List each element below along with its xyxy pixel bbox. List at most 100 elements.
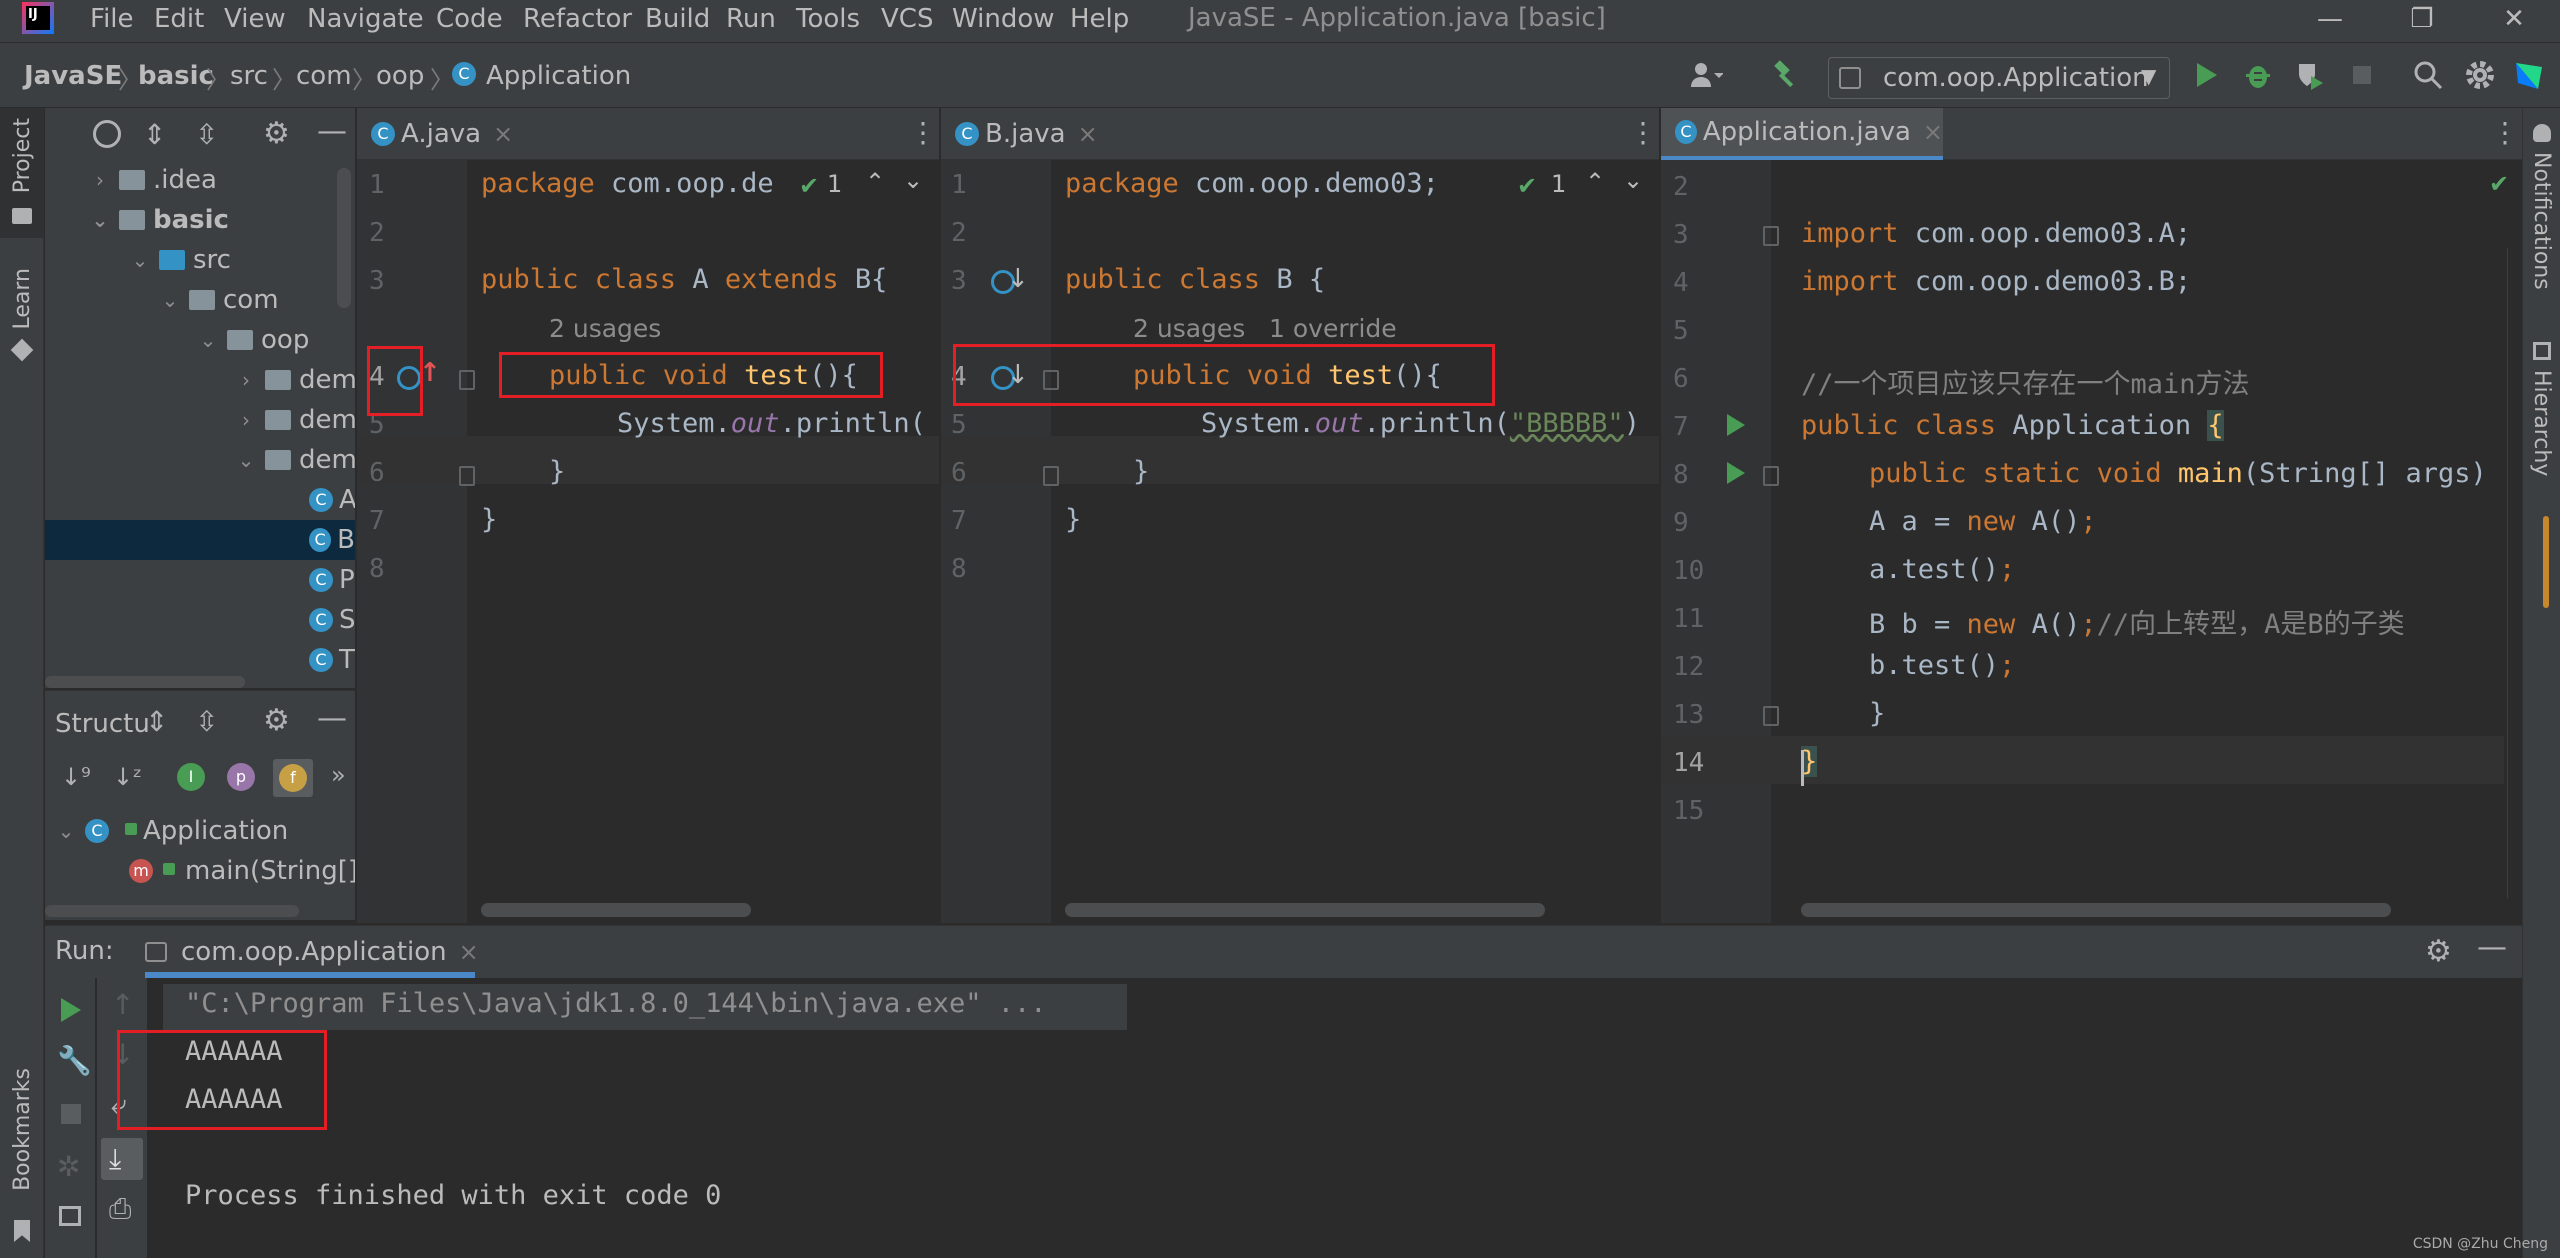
usages-hint[interactable]: 2 usages — [1133, 314, 1245, 343]
collapse-all-icon[interactable]: ⇳ — [195, 705, 218, 738]
menu-window[interactable]: Window — [952, 4, 1055, 34]
menu-help[interactable]: Help — [1070, 4, 1129, 34]
close-icon[interactable]: × — [1078, 120, 1098, 148]
chevron-up-icon[interactable]: ⌃ — [865, 168, 885, 196]
show-inherited-icon[interactable]: I — [177, 763, 205, 791]
breadcrumb-src[interactable]: src — [230, 61, 268, 91]
debug-icon[interactable] — [2240, 57, 2276, 93]
menu-edit[interactable]: Edit — [154, 4, 204, 34]
sort-alphabetically-icon[interactable]: ↓ᶻ — [113, 763, 142, 791]
rerun-icon[interactable] — [61, 998, 81, 1022]
gear-icon[interactable] — [2462, 57, 2498, 93]
hide-panel-icon[interactable]: — — [2477, 930, 2507, 965]
code-line-10[interactable]: a.test(); — [1869, 554, 2015, 585]
tree-item-class[interactable]: CA — [309, 480, 355, 520]
code-line-1[interactable]: package com.oop.de — [481, 168, 774, 199]
layout-icon[interactable] — [59, 1206, 81, 1226]
breadcrumb-oop[interactable]: oop — [376, 61, 424, 91]
more-options-icon[interactable]: » — [331, 761, 346, 789]
locate-icon[interactable] — [93, 120, 121, 148]
code-line-6[interactable]: } — [1133, 456, 1149, 487]
menu-code[interactable]: Code — [436, 4, 503, 34]
wrench-icon[interactable]: 🔧 — [57, 1044, 92, 1077]
project-tool-tab[interactable]: Project — [0, 108, 44, 238]
menu-view[interactable]: View — [224, 4, 286, 34]
gear-icon[interactable]: ⚙ — [2425, 934, 2452, 969]
tree-item-src[interactable]: ⌄ src — [129, 240, 231, 280]
fold-icon[interactable] — [459, 370, 475, 390]
run-icon[interactable] — [2188, 57, 2224, 93]
expand-all-icon[interactable]: ⇕ — [143, 118, 166, 151]
scroll-to-end-toggle[interactable]: ⤓ — [101, 1138, 143, 1180]
code-line-7[interactable]: } — [481, 504, 497, 535]
tree-item-com[interactable]: ⌄ com — [159, 280, 279, 320]
run-tab[interactable]: com.oop.Application × — [145, 926, 515, 978]
breadcrumb-module[interactable]: basic — [138, 61, 214, 91]
inspection-ok-icon[interactable]: ✔ — [1517, 172, 1537, 200]
code-line-6[interactable]: } — [549, 456, 565, 487]
debug-icon[interactable]: ✲ — [57, 1150, 80, 1183]
code-line-11[interactable]: B b = new A();//向上转型，A是B的子类 — [1869, 602, 2405, 641]
bell-icon[interactable] — [2533, 124, 2551, 142]
editor-horizontal-scrollbar[interactable] — [481, 903, 751, 917]
show-fields-toggle[interactable]: f — [273, 759, 313, 797]
more-vertical-icon[interactable]: ⋮ — [1629, 116, 1657, 149]
code-line-3[interactable]: import com.oop.demo03.A; — [1801, 218, 2191, 249]
hierarchy-tool-label[interactable]: Hierarchy — [2529, 370, 2554, 476]
code-line-12[interactable]: b.test(); — [1869, 650, 2015, 681]
menu-file[interactable]: File — [90, 4, 134, 34]
code-line-7[interactable]: } — [1065, 504, 1081, 535]
structure-class-node[interactable]: ⌄ C Application — [55, 811, 289, 851]
bookmarks-tool-tab[interactable]: Bookmarks — [0, 1068, 44, 1248]
editor-vertical-scrollbar[interactable] — [2507, 248, 2521, 898]
fold-icon[interactable] — [1763, 466, 1779, 486]
tree-item-package[interactable]: › dem — [235, 400, 355, 440]
hierarchy-icon[interactable] — [2533, 342, 2551, 360]
fold-icon[interactable] — [459, 466, 475, 486]
menu-navigate[interactable]: Navigate — [307, 4, 424, 34]
close-icon[interactable]: × — [459, 938, 479, 966]
gear-icon[interactable]: ⚙ — [263, 116, 290, 151]
menu-build[interactable]: Build — [645, 4, 710, 34]
show-properties-icon[interactable]: p — [227, 763, 255, 791]
chevron-down-icon[interactable]: ⌄ — [1623, 166, 1643, 194]
code-line-9[interactable]: A a = new A(); — [1869, 506, 2097, 537]
structure-method-node[interactable]: m main(String[]) — [129, 851, 355, 891]
tab-application-java[interactable]: C Application.java × — [1661, 108, 1943, 160]
chevron-down-icon[interactable]: ⌄ — [903, 166, 923, 194]
menu-tools[interactable]: Tools — [796, 4, 860, 34]
menu-vcs[interactable]: VCS — [881, 4, 933, 34]
close-icon[interactable]: × — [493, 120, 513, 148]
code-line-3[interactable]: public class B { — [1065, 264, 1325, 295]
menu-run[interactable]: Run — [726, 4, 776, 34]
code-line-8[interactable]: public static void main(String[] args) — [1869, 458, 2487, 489]
more-vertical-icon[interactable]: ⋮ — [909, 116, 937, 149]
structure-horizontal-scrollbar[interactable] — [45, 905, 299, 917]
inspection-ok-icon[interactable]: ✔ — [799, 172, 819, 200]
usages-hint[interactable]: 2 usages — [549, 314, 661, 343]
minimize-button[interactable]: — — [2300, 0, 2360, 40]
run-gutter-icon[interactable] — [1727, 414, 1745, 436]
fold-icon[interactable] — [1763, 226, 1779, 246]
close-icon[interactable]: × — [1923, 118, 1943, 146]
collapse-all-icon[interactable]: ⇳ — [195, 118, 218, 151]
tree-item-package[interactable]: ⌄ dem — [235, 440, 355, 480]
coverage-icon[interactable] — [2292, 57, 2328, 93]
fold-icon[interactable] — [1043, 466, 1059, 486]
jetbrains-logo-icon[interactable] — [2512, 57, 2548, 93]
run-configuration-select[interactable]: com.oop.Application ▼ — [1828, 57, 2170, 99]
learn-tool-tab[interactable]: Learn — [0, 258, 44, 368]
tree-item-class-selected[interactable]: CB — [45, 520, 355, 560]
user-icon[interactable] — [1688, 57, 1724, 93]
tab-b-java[interactable]: C B.java × — [941, 108, 1109, 160]
tree-item-idea[interactable]: › .idea — [89, 160, 217, 200]
fold-icon[interactable] — [1763, 706, 1779, 726]
code-line-13[interactable]: } — [1869, 698, 1885, 729]
code-line-3[interactable]: public class A extends B{ — [481, 264, 887, 295]
tab-a-java[interactable]: C A.java × — [357, 108, 525, 160]
gear-icon[interactable]: ⚙ — [263, 703, 290, 738]
hide-panel-icon[interactable]: — — [317, 114, 347, 149]
build-hammer-icon[interactable] — [1768, 57, 1804, 93]
breadcrumb-project[interactable]: JavaSE — [24, 61, 122, 91]
maximize-button[interactable]: ❐ — [2392, 0, 2452, 40]
